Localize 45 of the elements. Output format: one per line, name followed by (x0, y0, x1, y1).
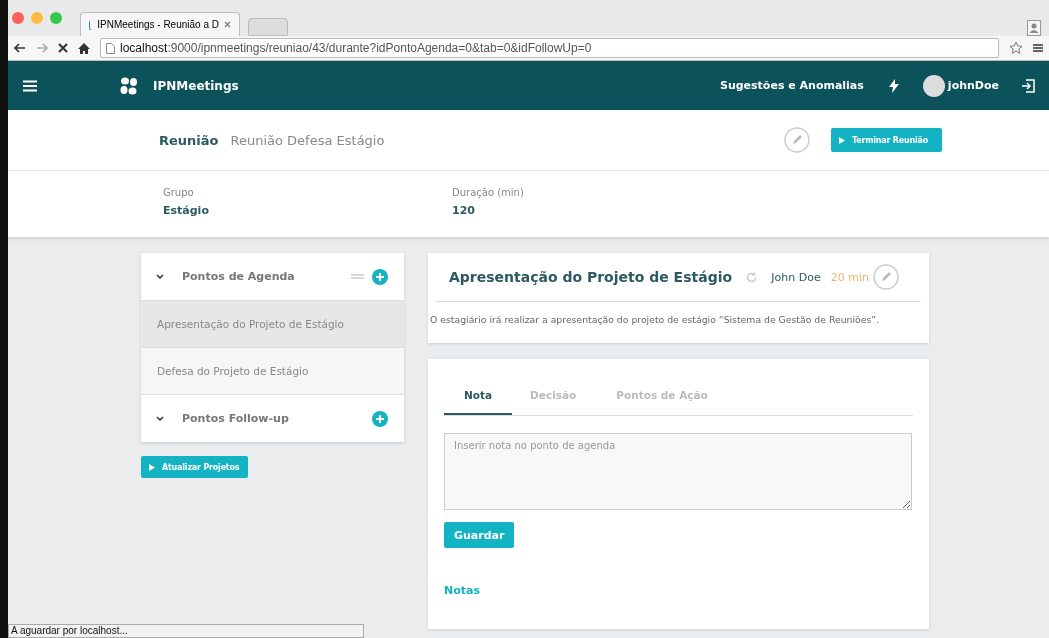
note-input-field[interactable]: Inserir nota no ponto de agenda (444, 433, 912, 510)
user-profile-icon[interactable] (1027, 20, 1041, 36)
suggestions-link[interactable]: Sugestões e Anomalias (719, 79, 864, 92)
chevron-down-icon[interactable] (156, 274, 164, 279)
back-icon[interactable] (14, 43, 26, 53)
forward-icon[interactable] (36, 43, 48, 53)
browser-tab[interactable]: IPNMeetings - Reunião a D (80, 12, 240, 36)
add-icon[interactable] (372, 268, 388, 285)
info-value: Estágio (163, 204, 210, 217)
lightning-icon[interactable] (888, 78, 899, 93)
end-meeting-button[interactable]: Terminar Reunião (831, 128, 942, 152)
logout-icon[interactable] (1021, 78, 1035, 93)
agenda-item[interactable]: Defesa do Projeto de Estágio (141, 347, 404, 394)
home-icon[interactable] (78, 42, 90, 54)
close-window-icon[interactable] (12, 12, 24, 24)
point-duration: 20 min (830, 270, 869, 284)
followup-title[interactable]: Pontos Follow-up (182, 412, 289, 425)
play-icon (149, 463, 155, 471)
address-bar[interactable]: localhost:9000/ipnmeetings/reuniao/43/durante?idPontoAgenda=0&tab=0&idFollowUp=0 (100, 38, 999, 58)
point-owner: John Doe (771, 270, 821, 284)
tab[interactable]: Nota (444, 379, 513, 415)
agenda-title[interactable]: Pontos de Agenda (182, 270, 295, 283)
user-name[interactable]: johnDoe (947, 79, 999, 92)
update-projects-button[interactable]: Atualizar Projetos (141, 456, 248, 478)
point-description: O estagiário irá realizar a apresentação do projeto de estágio “Sistema de Gestão de Reuniões”. (430, 314, 881, 325)
meeting-name: Reunião Defesa Estágio (230, 132, 385, 148)
close-tab-icon[interactable] (224, 21, 231, 28)
chevron-down-icon[interactable] (156, 416, 164, 421)
notes-heading: Notas (444, 584, 480, 597)
flower-logo-icon (119, 75, 139, 96)
agenda-item[interactable]: Apresentação do Projeto de Estágio (141, 300, 404, 347)
status-bar: A aguardar por localhost... (8, 624, 364, 638)
star-icon[interactable] (1009, 41, 1023, 55)
save-button[interactable]: Guardar (444, 522, 515, 548)
add-icon[interactable] (372, 410, 388, 427)
avatar-icon[interactable] (922, 74, 945, 97)
stop-icon[interactable] (58, 43, 68, 53)
app-brand[interactable]: IPNMeetings (153, 78, 239, 93)
info-value: 120 (452, 204, 476, 217)
info-label: Duração (min) (452, 187, 524, 198)
info-label: Grupo (163, 187, 195, 198)
menu-icon[interactable] (1033, 43, 1043, 53)
play-icon (839, 136, 845, 144)
meeting-label: Reunião (159, 132, 219, 148)
point-title: Apresentação do Projeto de Estágio (449, 269, 733, 285)
